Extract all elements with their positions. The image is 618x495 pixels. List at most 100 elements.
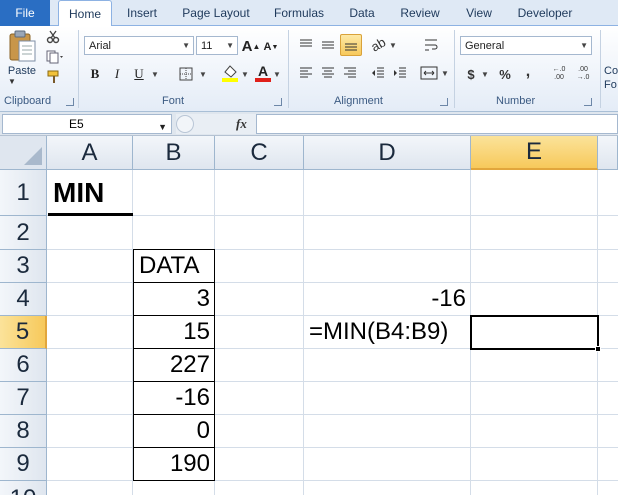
cell-b5[interactable]: 15 — [133, 315, 215, 349]
row-header-5[interactable]: 5 — [0, 316, 47, 349]
cut-icon[interactable] — [44, 28, 62, 46]
percent-style-button[interactable]: % — [496, 64, 514, 84]
row-header-7[interactable]: 7 — [0, 382, 47, 415]
paste-dropdown-icon[interactable]: ▼ — [6, 76, 18, 86]
tab-review[interactable]: Review — [394, 0, 446, 26]
align-bottom-icon[interactable] — [340, 34, 362, 56]
alignment-group-label: Alignment — [334, 95, 383, 107]
align-left-icon[interactable] — [296, 64, 316, 82]
font-size-select[interactable]: 11 ▼ — [196, 36, 238, 55]
tab-view[interactable]: View — [458, 0, 500, 26]
paste-icon[interactable] — [4, 28, 40, 64]
clipboard-launcher-icon[interactable] — [66, 98, 74, 106]
chevron-down-icon: ▼ — [158, 122, 167, 132]
cell-b3[interactable]: DATA — [133, 249, 215, 283]
decrease-decimal-button[interactable]: .00 →.0 — [572, 64, 594, 84]
column-header-f[interactable] — [598, 136, 618, 170]
tab-developer[interactable]: Developer — [512, 0, 578, 26]
cell-b9[interactable]: 190 — [133, 447, 215, 481]
fill-handle[interactable] — [595, 346, 601, 352]
number-format-select[interactable]: General ▼ — [460, 36, 592, 55]
column-header-d[interactable]: D — [304, 136, 471, 170]
shrink-font-button[interactable]: A ▼ — [262, 38, 280, 56]
active-cell-e5[interactable] — [470, 315, 599, 350]
align-center-icon[interactable] — [318, 64, 338, 82]
cell-d5[interactable]: =MIN(B4:B9) — [304, 316, 470, 348]
underline-dropdown-icon[interactable]: ▼ — [150, 66, 160, 82]
font-color-dropdown-icon[interactable]: ▼ — [272, 66, 282, 82]
font-color-button[interactable]: A — [254, 62, 272, 84]
font-launcher-icon[interactable] — [274, 98, 282, 106]
increase-decimal-button[interactable]: ←.0 .00 — [548, 64, 570, 84]
cell-b6[interactable]: 227 — [133, 348, 215, 382]
decrease-arrow-icon: ▼ — [271, 43, 279, 51]
increase-indent-icon[interactable] — [390, 64, 410, 82]
tab-insert[interactable]: Insert — [120, 0, 164, 26]
cell-a1[interactable]: MIN — [48, 172, 133, 216]
ribbon-home: Paste ▼ Clipboard Arial ▼ 11 ▼ A ▲ A ▼ B I… — [0, 26, 618, 112]
orientation-dropdown-icon[interactable]: ▼ — [388, 38, 398, 52]
tab-formulas[interactable]: Formulas — [268, 0, 330, 26]
cell-b7[interactable]: -16 — [133, 381, 215, 415]
row-header-9[interactable]: 9 — [0, 448, 47, 481]
italic-button[interactable]: I — [108, 64, 126, 84]
font-color-swatch — [255, 78, 271, 82]
tab-home[interactable]: Home — [58, 0, 112, 27]
conditional-formatting-label[interactable]: Co — [604, 64, 618, 78]
decrease-indent-icon[interactable] — [368, 64, 388, 82]
borders-icon[interactable] — [174, 64, 198, 84]
formula-input[interactable] — [256, 114, 618, 134]
number-group-label: Number — [496, 95, 536, 107]
align-top-icon[interactable] — [296, 36, 316, 54]
cell-b4[interactable]: 3 — [133, 282, 215, 316]
row-header-2[interactable]: 2 — [0, 216, 47, 250]
tab-file[interactable]: File — [0, 0, 50, 26]
fill-color-icon[interactable] — [220, 62, 240, 84]
font-group-label: Font — [162, 95, 185, 107]
underline-button[interactable]: U — [130, 64, 148, 84]
tab-page-layout[interactable]: Page Layout — [178, 0, 254, 26]
select-all-button[interactable] — [0, 136, 47, 170]
number-launcher-icon[interactable] — [584, 98, 592, 106]
align-right-icon[interactable] — [340, 64, 360, 82]
chevron-down-icon: ▼ — [182, 41, 190, 50]
format-as-table-label[interactable]: Fo — [604, 78, 618, 92]
formula-bar: E5 ▼ fx — [0, 112, 618, 136]
column-header-a[interactable]: A — [47, 136, 133, 170]
wrap-text-icon[interactable] — [420, 34, 442, 56]
merge-center-icon[interactable] — [418, 62, 440, 84]
expand-handle-icon[interactable] — [176, 115, 194, 133]
grow-font-button[interactable]: A ▲ — [242, 36, 261, 56]
merge-dropdown-icon[interactable]: ▼ — [440, 66, 450, 80]
comma-style-button[interactable]: , — [520, 62, 536, 82]
cell-d4[interactable]: -16 — [304, 283, 470, 315]
row-header-8[interactable]: 8 — [0, 415, 47, 448]
row-header-10[interactable]: 10 — [0, 481, 47, 495]
borders-dropdown-icon[interactable]: ▼ — [198, 66, 208, 82]
row-header-4[interactable]: 4 — [0, 283, 47, 316]
column-header-b[interactable]: B — [133, 136, 215, 170]
bold-button[interactable]: B — [86, 64, 104, 84]
font-size-value: 11 — [201, 39, 213, 52]
font-family-select[interactable]: Arial ▼ — [84, 36, 194, 55]
accounting-format-button[interactable]: $ — [462, 64, 480, 84]
alignment-launcher-icon[interactable] — [440, 98, 448, 106]
name-box[interactable]: E5 ▼ — [2, 114, 172, 134]
cell-b8[interactable]: 0 — [133, 414, 215, 448]
column-header-e[interactable]: E — [471, 136, 598, 170]
chevron-down-icon: ▼ — [580, 41, 588, 50]
group-divider — [454, 30, 455, 108]
column-header-c[interactable]: C — [215, 136, 304, 170]
row-header-6[interactable]: 6 — [0, 349, 47, 382]
tab-data[interactable]: Data — [342, 0, 382, 26]
shrink-font-icon: A — [263, 41, 272, 53]
row-header-1[interactable]: 1 — [0, 170, 47, 216]
row-header-3[interactable]: 3 — [0, 250, 47, 283]
group-divider — [600, 30, 601, 108]
copy-icon[interactable] — [44, 48, 66, 66]
fill-color-dropdown-icon[interactable]: ▼ — [240, 66, 250, 82]
align-middle-icon[interactable] — [318, 36, 338, 54]
format-painter-icon[interactable] — [44, 68, 64, 86]
accounting-dropdown-icon[interactable]: ▼ — [480, 66, 490, 82]
insert-function-icon[interactable]: fx — [236, 116, 247, 132]
